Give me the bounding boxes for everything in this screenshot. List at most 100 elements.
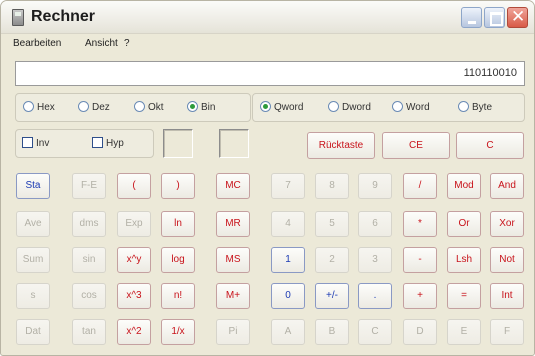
radio-qword-label: Qword: [274, 102, 304, 113]
key-8[interactable]: 8: [315, 173, 349, 199]
key-log[interactable]: log: [161, 247, 195, 273]
key-sta[interactable]: Sta: [16, 173, 50, 199]
key-dms[interactable]: dms: [72, 211, 106, 237]
key-mc[interactable]: MC: [216, 173, 250, 199]
radio-word[interactable]: Word: [392, 100, 430, 115]
clear-button[interactable]: C: [456, 132, 524, 159]
key-equals[interactable]: =: [447, 283, 481, 309]
key-ln[interactable]: ln: [161, 211, 195, 237]
key-cos[interactable]: cos: [72, 283, 106, 309]
key-sum[interactable]: Sum: [16, 247, 50, 273]
key-7[interactable]: 7: [271, 173, 305, 199]
key-1[interactable]: 1: [271, 247, 305, 273]
radio-dot-icon: [134, 100, 145, 112]
key-hex-c[interactable]: C: [358, 319, 392, 345]
radio-dot-icon: [187, 100, 198, 112]
key-add[interactable]: +: [403, 283, 437, 309]
key-open-paren[interactable]: (: [117, 173, 151, 199]
memory-indicator: [219, 129, 249, 158]
radio-okt[interactable]: Okt: [134, 100, 164, 115]
key-mr[interactable]: MR: [216, 211, 250, 237]
radio-okt-label: Okt: [148, 102, 164, 113]
radio-dez-label: Dez: [92, 102, 110, 113]
radio-byte-label: Byte: [472, 102, 493, 113]
radio-dez[interactable]: Dez: [78, 100, 110, 115]
key-close-paren[interactable]: ): [161, 173, 195, 199]
radio-byte[interactable]: Byte: [458, 100, 493, 115]
radio-qword[interactable]: Qword: [260, 100, 304, 115]
checkbox-hyp-label: Hyp: [106, 138, 124, 149]
key-hex-a[interactable]: A: [271, 319, 305, 345]
calculator-app-icon: [12, 9, 24, 26]
radio-bin-label: Bin: [201, 102, 216, 113]
key-6[interactable]: 6: [358, 211, 392, 237]
key-hex-e[interactable]: E: [447, 319, 481, 345]
word-size-group: Qword Dword Word Byte: [252, 93, 525, 122]
key-divide[interactable]: /: [403, 173, 437, 199]
key-sin[interactable]: sin: [72, 247, 106, 273]
key-hex-d[interactable]: D: [403, 319, 437, 345]
checkbox-icon: [92, 136, 103, 148]
key-4[interactable]: 4: [271, 211, 305, 237]
clear-entry-button[interactable]: CE: [382, 132, 450, 159]
checkbox-hyp[interactable]: Hyp: [92, 136, 124, 151]
radio-dot-icon: [23, 100, 34, 112]
key-multiply[interactable]: *: [403, 211, 437, 237]
parenthesis-indicator: [163, 129, 193, 158]
key-factorial[interactable]: n!: [161, 283, 195, 309]
key-lsh[interactable]: Lsh: [447, 247, 481, 273]
backspace-button[interactable]: Rücktaste: [307, 132, 375, 159]
key-5[interactable]: 5: [315, 211, 349, 237]
key-ave[interactable]: Ave: [16, 211, 50, 237]
key-tan[interactable]: tan: [72, 319, 106, 345]
radio-dot-icon: [260, 100, 271, 112]
menu-help[interactable]: ?: [124, 38, 130, 49]
key-square[interactable]: x^2: [117, 319, 151, 345]
key-exp[interactable]: Exp: [117, 211, 151, 237]
menu-bearbeiten[interactable]: Bearbeiten: [13, 38, 61, 49]
maximize-button[interactable]: [484, 7, 505, 28]
key-xor[interactable]: Xor: [490, 211, 524, 237]
key-reciprocal[interactable]: 1/x: [161, 319, 195, 345]
radio-dword[interactable]: Dword: [328, 100, 371, 115]
key-pi[interactable]: Pi: [216, 319, 250, 345]
radio-dot-icon: [458, 100, 469, 112]
menu-bar: Bearbeiten Ansicht ?: [1, 35, 534, 52]
key-ms[interactable]: MS: [216, 247, 250, 273]
key-cube[interactable]: x^3: [117, 283, 151, 309]
key-and[interactable]: And: [490, 173, 524, 199]
radio-hex[interactable]: Hex: [23, 100, 55, 115]
key-power[interactable]: x^y: [117, 247, 151, 273]
checkbox-inv[interactable]: Inv: [22, 136, 49, 151]
key-hex-b[interactable]: B: [315, 319, 349, 345]
checkbox-icon: [22, 136, 33, 148]
radio-hex-label: Hex: [37, 102, 55, 113]
inv-hyp-group: Inv Hyp: [15, 129, 154, 158]
window-title: Rechner: [31, 8, 96, 25]
close-button[interactable]: ✕: [507, 7, 528, 28]
key-3[interactable]: 3: [358, 247, 392, 273]
key-int[interactable]: Int: [490, 283, 524, 309]
key-decimal[interactable]: .: [358, 283, 392, 309]
key-hex-f[interactable]: F: [490, 319, 524, 345]
radio-dot-icon: [78, 100, 89, 112]
minimize-button[interactable]: [461, 7, 482, 28]
key-not[interactable]: Not: [490, 247, 524, 273]
key-9[interactable]: 9: [358, 173, 392, 199]
title-bar: Rechner ✕: [1, 1, 534, 34]
radio-dword-label: Dword: [342, 102, 371, 113]
menu-ansicht[interactable]: Ansicht: [85, 38, 118, 49]
key-fe[interactable]: F-E: [72, 173, 106, 199]
key-dat[interactable]: Dat: [16, 319, 50, 345]
radio-word-label: Word: [406, 102, 430, 113]
key-mplus[interactable]: M+: [216, 283, 250, 309]
key-or[interactable]: Or: [447, 211, 481, 237]
key-subtract[interactable]: -: [403, 247, 437, 273]
key-2[interactable]: 2: [315, 247, 349, 273]
key-s[interactable]: s: [16, 283, 50, 309]
key-0[interactable]: 0: [271, 283, 305, 309]
key-plus-minus[interactable]: +/-: [315, 283, 349, 309]
result-display: 110110010: [15, 61, 525, 86]
radio-bin[interactable]: Bin: [187, 100, 216, 115]
key-mod[interactable]: Mod: [447, 173, 481, 199]
